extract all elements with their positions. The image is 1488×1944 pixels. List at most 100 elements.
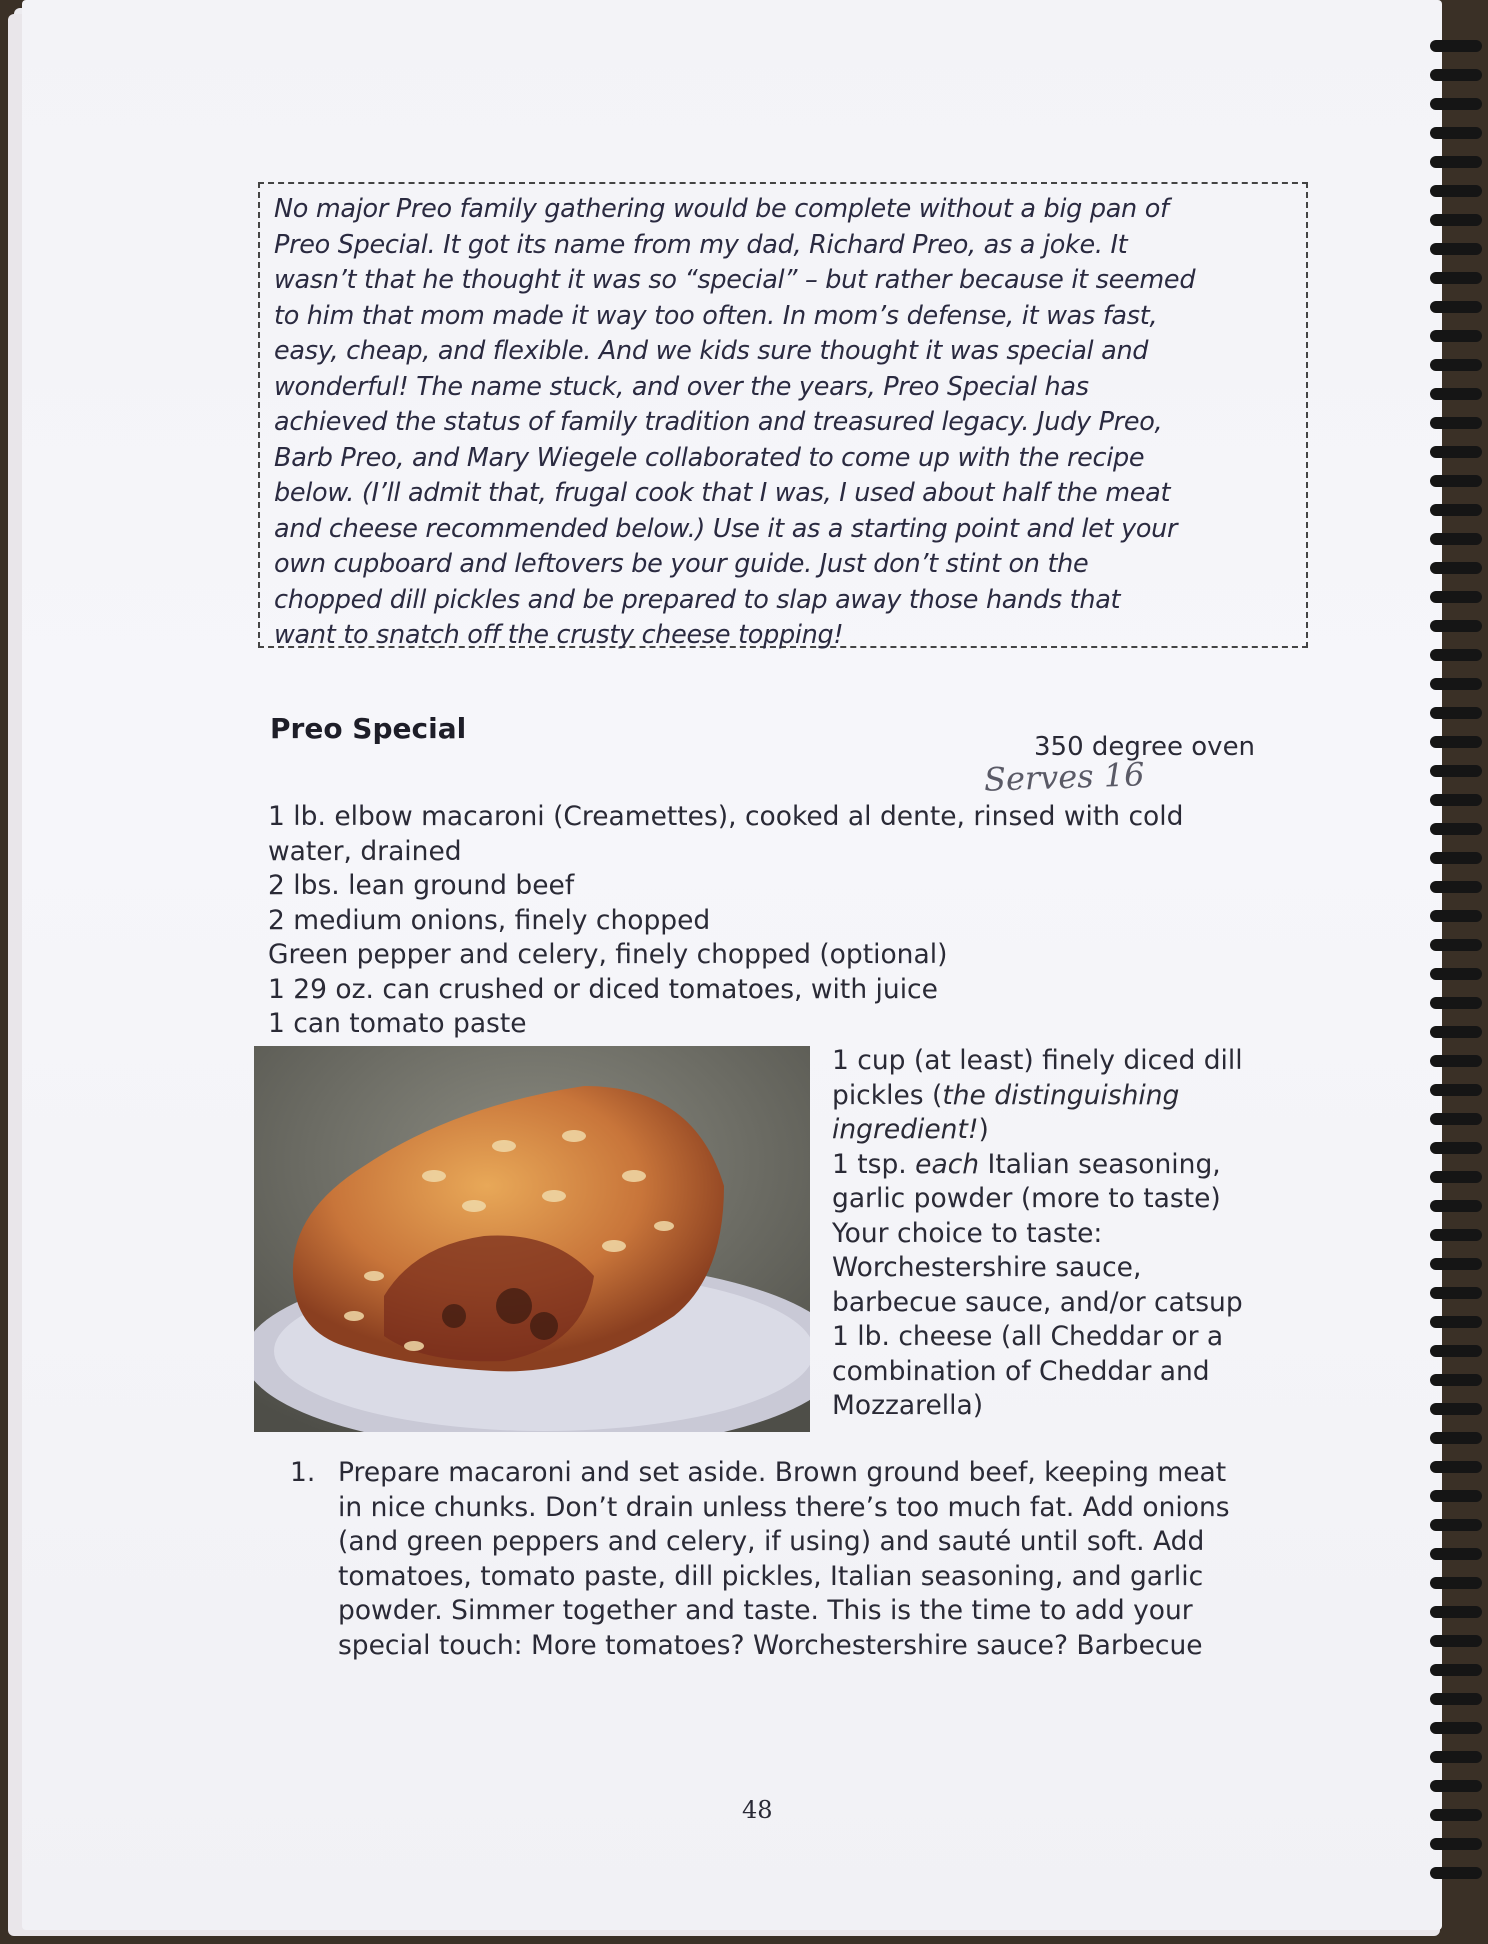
ingredient-line: 1 tsp. each Italian seasoning, bbox=[832, 1148, 1302, 1183]
spiral-coil bbox=[1430, 1287, 1482, 1299]
spiral-coil bbox=[1430, 1606, 1482, 1618]
spiral-coil bbox=[1430, 69, 1482, 81]
story-line: easy, cheap, and flexible. And we kids s… bbox=[274, 336, 1149, 366]
ingredient-line: pickles (the distinguishing bbox=[832, 1079, 1302, 1114]
recipe-title: Preo Special bbox=[270, 712, 467, 745]
story-line: achieved the status of family tradition … bbox=[274, 407, 1163, 437]
spiral-coil bbox=[1430, 649, 1482, 661]
story-line: chopped dill pickles and be prepared to … bbox=[274, 584, 1121, 615]
spiral-coil bbox=[1430, 1113, 1482, 1125]
ingredient-emphasis: the distinguishing bbox=[942, 1079, 1180, 1111]
spiral-coil bbox=[1430, 40, 1482, 52]
ingredient-line: 1 cup (at least) finely diced dill bbox=[832, 1045, 1243, 1076]
story-line: to him that mom made it way too often. I… bbox=[274, 300, 1158, 331]
spiral-coil bbox=[1430, 185, 1482, 197]
ingredient-list-top: 1 lb. elbow macaroni (Creamettes), cooke… bbox=[268, 800, 1288, 1042]
spiral-coil bbox=[1430, 446, 1482, 458]
ingredient-line: 1 can tomato paste bbox=[268, 1008, 527, 1039]
spiral-coil bbox=[1430, 417, 1482, 429]
spiral-coil bbox=[1430, 533, 1482, 545]
step-number: 1. bbox=[290, 1457, 316, 1488]
casserole-photo bbox=[254, 1046, 810, 1432]
spiral-coil bbox=[1430, 272, 1482, 284]
family-story-box: No major Preo family gathering would be … bbox=[258, 182, 1308, 650]
spiral-coil bbox=[1430, 1577, 1482, 1589]
spiral-coil bbox=[1430, 1461, 1482, 1473]
story-line: wasn’t that he thought it was so “specia… bbox=[274, 265, 1196, 295]
spiral-coil bbox=[1430, 475, 1482, 487]
spiral-coil bbox=[1430, 1258, 1482, 1270]
spiral-coil bbox=[1430, 1142, 1482, 1154]
spiral-coil bbox=[1430, 1664, 1482, 1676]
spiral-coil bbox=[1430, 1200, 1482, 1212]
story-line: Preo Special. It got its name from my da… bbox=[274, 229, 1128, 260]
spiral-coil bbox=[1430, 214, 1482, 226]
ingredient-emphasis: each bbox=[915, 1148, 980, 1180]
spiral-coil bbox=[1430, 330, 1482, 342]
step-line: in nice chunks. Don’t drain unless there… bbox=[338, 1491, 1230, 1523]
spiral-coil bbox=[1430, 620, 1482, 632]
ingredient-line: 1 29 oz. can crushed or diced tomatoes, … bbox=[268, 973, 938, 1005]
step-line: Prepare macaroni and set aside. Brown gr… bbox=[338, 1457, 1227, 1488]
spiral-coil bbox=[1430, 359, 1482, 371]
ingredient-line: Your choice to taste: bbox=[832, 1217, 1103, 1249]
spiral-coil bbox=[1430, 1519, 1482, 1531]
step-line: special touch: More tomatoes? Worchester… bbox=[338, 1629, 1203, 1661]
ingredient-line: water, drained bbox=[268, 835, 462, 867]
spiral-coil bbox=[1430, 301, 1482, 313]
ingredient-line: garlic powder (more to taste) bbox=[832, 1183, 1221, 1214]
spiral-coil bbox=[1430, 1316, 1482, 1328]
ingredient-line: Green pepper and celery, finely chopped … bbox=[268, 939, 948, 970]
story-line: below. (I’ll admit that, frugal cook tha… bbox=[274, 478, 1171, 508]
spiral-coil bbox=[1430, 1345, 1482, 1357]
step-text: Prepare macaroni and set aside. Brown gr… bbox=[338, 1456, 1298, 1663]
ingredient-text: pickles ( bbox=[832, 1079, 943, 1111]
spiral-coil bbox=[1430, 1838, 1482, 1850]
spiral-coil bbox=[1430, 1635, 1482, 1647]
spiral-coil bbox=[1430, 1229, 1482, 1241]
spiral-coil bbox=[1430, 1026, 1482, 1038]
spiral-coil bbox=[1430, 881, 1482, 893]
ingredient-emphasis: ingredient! bbox=[832, 1114, 979, 1145]
story-line: wonderful! The name stuck, and over the … bbox=[274, 371, 1089, 402]
spiral-coil bbox=[1430, 504, 1482, 516]
story-line: want to snatch off the crusty cheese top… bbox=[274, 620, 844, 650]
spiral-coil bbox=[1430, 1548, 1482, 1560]
spiral-coil bbox=[1430, 562, 1482, 574]
ingredient-text: 1 tsp. bbox=[832, 1148, 916, 1180]
spiral-coil bbox=[1430, 939, 1482, 951]
spiral-coil bbox=[1430, 1374, 1482, 1386]
cookbook-page: No major Preo family gathering would be … bbox=[22, 0, 1442, 1930]
spiral-coil bbox=[1430, 794, 1482, 806]
ingredient-line: Worchestershire sauce, bbox=[832, 1252, 1142, 1283]
story-line: own cupboard and leftovers be your guide… bbox=[274, 549, 1089, 579]
ingredient-line: barbecue sauce, and/or catsup bbox=[832, 1286, 1243, 1318]
spiral-coil bbox=[1430, 1722, 1482, 1734]
story-line: and cheese recommended below.) Use it as… bbox=[274, 513, 1178, 544]
ingredient-list-side: 1 cup (at least) finely diced dill pickl… bbox=[832, 1044, 1302, 1424]
spiral-coil bbox=[1430, 388, 1482, 400]
spiral-coil bbox=[1430, 707, 1482, 719]
spiral-coil bbox=[1430, 765, 1482, 777]
spiral-coil bbox=[1430, 823, 1482, 835]
spiral-coil bbox=[1430, 1751, 1482, 1763]
handwritten-serves-note: Serves 16 bbox=[983, 755, 1146, 799]
ingredient-line: 2 medium onions, finely chopped bbox=[268, 904, 711, 936]
story-line: Barb Preo, and Mary Wiegele collaborated… bbox=[274, 442, 1145, 473]
step-line: powder. Simmer together and taste. This … bbox=[338, 1595, 1193, 1626]
spiral-coil bbox=[1430, 591, 1482, 603]
spiral-coil bbox=[1430, 156, 1482, 168]
spiral-coil bbox=[1430, 1867, 1482, 1879]
spiral-coil bbox=[1430, 243, 1482, 255]
spiral-coil bbox=[1430, 1780, 1482, 1792]
ingredient-line: 1 lb. elbow macaroni (Creamettes), cooke… bbox=[268, 801, 1184, 832]
page-number: 48 bbox=[742, 1796, 773, 1824]
spiral-coil bbox=[1430, 678, 1482, 690]
spiral-coil bbox=[1430, 1084, 1482, 1096]
step-line: (and green peppers and celery, if using)… bbox=[338, 1526, 1205, 1557]
ingredient-line: 2 lbs. lean ground beef bbox=[268, 870, 575, 901]
story-line: No major Preo family gathering would be … bbox=[274, 194, 1169, 224]
ingredient-line: combination of Cheddar and bbox=[832, 1355, 1210, 1387]
spiral-coil bbox=[1430, 736, 1482, 748]
ingredient-text: ) bbox=[978, 1114, 989, 1145]
